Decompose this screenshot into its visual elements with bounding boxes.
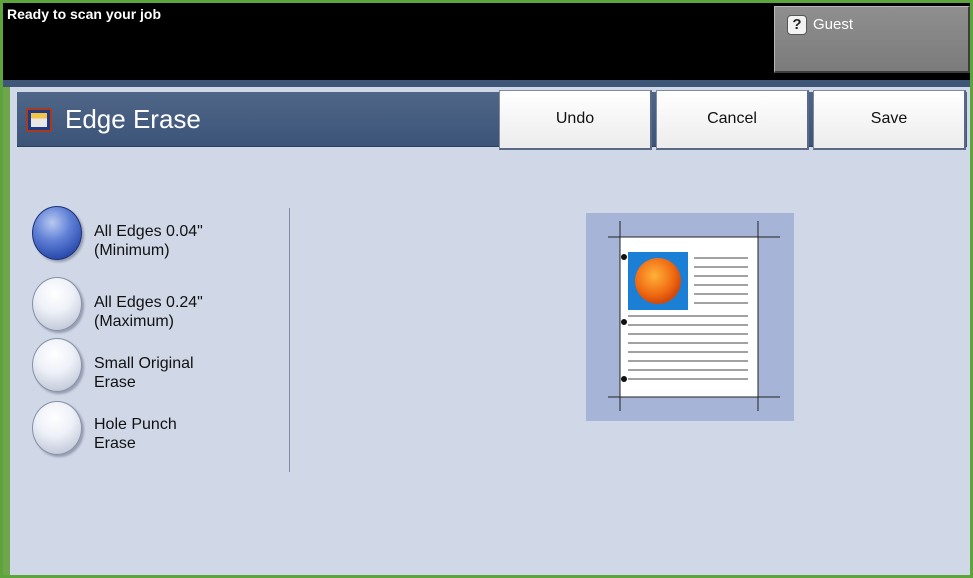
document-preview-icon	[608, 221, 780, 411]
option-label: Hole Punch Erase	[94, 416, 177, 452]
page-title: Edge Erase	[65, 104, 201, 134]
option-label: All Edges 0.24" (Maximum)	[94, 294, 203, 330]
status-bar: Ready to scan your job ? Guest	[3, 3, 970, 80]
help-question-icon: ?	[787, 15, 807, 35]
radio-button[interactable]	[32, 206, 82, 260]
status-message: Ready to scan your job	[7, 6, 162, 22]
save-button[interactable]: Save	[813, 90, 966, 150]
edge-erase-illustration	[586, 213, 794, 421]
radio-button[interactable]	[32, 338, 82, 392]
edge-erase-feature-icon	[26, 108, 52, 132]
vertical-divider	[289, 208, 290, 472]
undo-button[interactable]: Undo	[499, 90, 652, 150]
cancel-button[interactable]: Cancel	[656, 90, 809, 150]
guest-label: Guest	[813, 16, 854, 33]
option-small-original-erase[interactable]: Small Original Erase	[32, 338, 282, 398]
title-bar: Edge Erase Undo Cancel Save	[17, 90, 967, 150]
option-all-edges-maximum[interactable]: All Edges 0.24" (Maximum)	[32, 277, 282, 337]
option-label: Small Original Erase	[94, 355, 194, 391]
header-separator	[3, 80, 970, 87]
option-all-edges-minimum[interactable]: All Edges 0.04" (Minimum)	[32, 206, 282, 266]
guest-user-button[interactable]: ? Guest	[774, 6, 970, 73]
main-panel: Edge Erase Undo Cancel Save All Edges 0.…	[3, 87, 970, 575]
radio-button[interactable]	[32, 277, 82, 331]
option-hole-punch-erase[interactable]: Hole Punch Erase	[32, 401, 282, 461]
option-label: All Edges 0.04" (Minimum)	[94, 223, 203, 259]
radio-button[interactable]	[32, 401, 82, 455]
